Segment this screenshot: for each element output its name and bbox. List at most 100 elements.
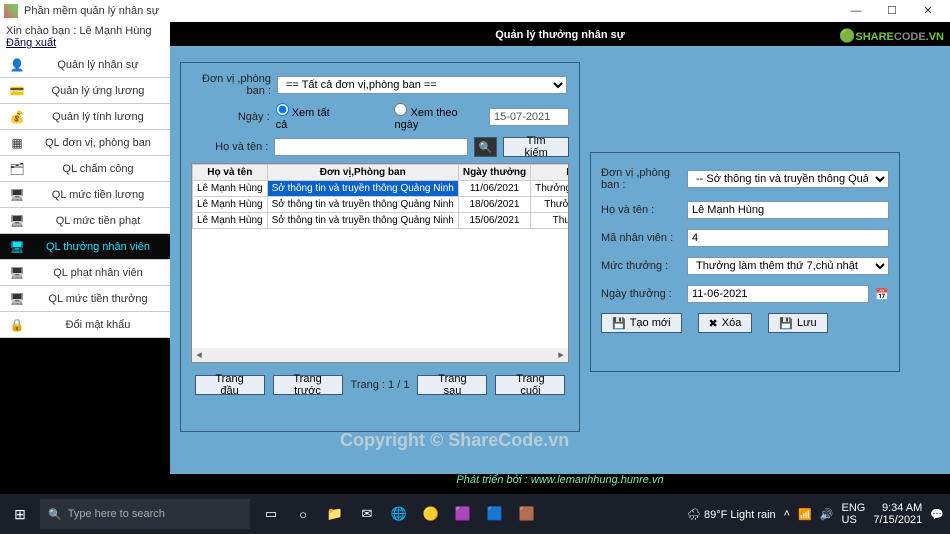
maximize-button[interactable]: ☐ xyxy=(874,0,910,22)
sidebar-item-10[interactable]: 🔒 Đổi mật khẩu xyxy=(0,312,170,338)
sidebar-icon: 🖥 xyxy=(8,214,26,228)
sidebar-item-label: Đổi mật khẩu xyxy=(34,319,162,331)
sidebar-item-3[interactable]: ▦ QL đơn vị, phòng ban xyxy=(0,130,170,156)
network-icon[interactable]: 📶 xyxy=(798,508,812,521)
sidebar-icon: 💳 xyxy=(8,84,26,98)
task-view-icon[interactable]: ▭ xyxy=(256,499,286,529)
form-id-field xyxy=(687,229,889,247)
word-icon[interactable]: 🟦 xyxy=(480,499,510,529)
edge-icon[interactable]: 🌐 xyxy=(384,499,414,529)
column-header[interactable]: Đơn vị,Phòng ban xyxy=(267,165,458,181)
mail-icon[interactable]: ✉ xyxy=(352,499,382,529)
calendar-icon[interactable]: 📅 xyxy=(875,288,889,301)
sidebar-icon: ▦ xyxy=(8,136,26,150)
sidebar-item-5[interactable]: 🖥 QL mức tiền lương xyxy=(0,182,170,208)
save-icon: 💾 xyxy=(779,317,793,330)
first-page-button[interactable]: Trang đầu xyxy=(195,375,265,395)
last-page-button[interactable]: Trang cuối xyxy=(495,375,565,395)
delete-button[interactable]: ✖Xóa xyxy=(698,313,753,333)
table-cell: Sở thông tin và truyền thông Quảng Ninh xyxy=(267,181,458,197)
sidebar-item-label: QL đơn vị, phòng ban xyxy=(34,137,162,149)
logout-link[interactable]: Đăng xuất xyxy=(6,37,56,49)
sidebar-item-9[interactable]: 🖥QL mức tiền thưởng xyxy=(0,286,170,312)
sidebar-icon: 🖥 xyxy=(8,292,26,306)
sidebar: Xin chào bạn : Lê Mạnh Hùng Đăng xuất 👤Q… xyxy=(0,22,170,494)
search-icon-button[interactable]: 🔍 xyxy=(474,137,497,157)
table-cell: 15/06/2021 xyxy=(458,213,530,229)
dept-select[interactable]: == Tất cả đơn vị,phòng ban == xyxy=(277,76,567,94)
name-input[interactable] xyxy=(274,138,468,156)
start-button[interactable]: ⊞ xyxy=(0,506,40,523)
language-indicator[interactable]: ENG US xyxy=(842,502,866,526)
close-button[interactable]: ✕ xyxy=(910,0,946,22)
day-label: Ngày : xyxy=(191,111,270,123)
sidebar-item-label: QL thưởng nhân viên xyxy=(34,241,162,253)
content-area: Quản lý thưởng nhân sự 🟢SHARECODE.VN Sha… xyxy=(170,22,950,494)
form-level-label: Mức thưởng : xyxy=(601,260,681,272)
filter-date-input[interactable] xyxy=(489,108,569,126)
next-page-button[interactable]: Trang sau xyxy=(417,375,487,395)
prev-page-button[interactable]: Trang trước xyxy=(273,375,343,395)
vs-icon[interactable]: 🟪 xyxy=(448,499,478,529)
notifications-icon[interactable]: 💬 xyxy=(930,508,944,521)
new-button[interactable]: 💾Tạo mới xyxy=(601,313,682,333)
weather-widget[interactable]: 🌧 89°F Light rain xyxy=(687,508,776,521)
form-dept-select[interactable]: -- Sở thông tin và truyền thông Quảng Ni… xyxy=(687,170,889,188)
form-date-label: Ngày thưởng : xyxy=(601,288,681,300)
sidebar-item-7[interactable]: 🖥QL thưởng nhân viên xyxy=(0,234,170,260)
sidebar-item-1[interactable]: 💳Quản lý ứng lương xyxy=(0,78,170,104)
taskbar-search[interactable]: 🔍 Type here to search xyxy=(40,499,250,529)
sidebar-icon: 🖥 xyxy=(8,188,26,202)
sidebar-icon: 🖥 xyxy=(8,266,26,280)
form-date-input[interactable] xyxy=(687,285,869,303)
app-icon xyxy=(4,4,18,18)
window-titlebar: Phần mềm quản lý nhân sự — ☐ ✕ xyxy=(0,0,950,22)
search-button[interactable]: Tìm kiếm xyxy=(503,137,569,157)
results-table[interactable]: Họ và tênĐơn vị,Phòng banNgày thưởngMức … xyxy=(191,163,569,363)
table-row[interactable]: Lê Mạnh HùngSở thông tin và truyền thông… xyxy=(193,197,570,213)
view-bydate-radio[interactable]: Xem theo ngày xyxy=(394,103,483,131)
window-title: Phần mềm quản lý nhân sự xyxy=(24,5,838,17)
explorer-icon[interactable]: 📁 xyxy=(320,499,350,529)
column-header[interactable]: Mức thưởng xyxy=(531,165,569,181)
table-row[interactable]: Lê Mạnh HùngSở thông tin và truyền thông… xyxy=(193,213,570,229)
page-label: Trang : 1 / 1 xyxy=(351,379,410,391)
form-dept-label: Đơn vị ,phòng ban : xyxy=(601,167,681,191)
sidebar-icon: 🔒 xyxy=(8,318,26,332)
windows-taskbar: ⊞ 🔍 Type here to search ▭ ○ 📁 ✉ 🌐 🟡 🟪 🟦 … xyxy=(0,494,950,534)
page-title: Quản lý thưởng nhân sự xyxy=(495,29,624,41)
cortana-icon[interactable]: ○ xyxy=(288,499,318,529)
app-taskbar-icon[interactable]: 🟫 xyxy=(512,499,542,529)
sidebar-icon: 🗂 xyxy=(8,162,26,176)
form-name-field xyxy=(687,201,889,219)
form-level-select[interactable]: Thưởng làm thêm thứ 7,chủ nhật xyxy=(687,257,889,275)
table-cell: 11/06/2021 xyxy=(458,181,530,197)
name-label: Họ và tên : xyxy=(191,141,268,153)
sidebar-item-0[interactable]: 👤Quản lý nhân sự xyxy=(0,52,170,78)
sidebar-item-6[interactable]: 🖥QL mức tiền phạt xyxy=(0,208,170,234)
detail-panel: Đơn vị ,phòng ban : -- Sở thông tin và t… xyxy=(590,152,900,372)
save-button[interactable]: 💾Lưu xyxy=(768,313,827,333)
sidebar-item-label: Quản lý tính lương xyxy=(34,111,162,123)
sidebar-item-label: QL mức tiền lương xyxy=(34,189,162,201)
sidebar-item-4[interactable]: 🗂 QL chấm công xyxy=(0,156,170,182)
view-all-radio[interactable]: Xem tất cả xyxy=(276,103,343,131)
form-name-label: Họ và tên : xyxy=(601,204,681,216)
column-header[interactable]: Họ và tên xyxy=(193,165,268,181)
sidebar-item-8[interactable]: 🖥QL phạt nhân viên xyxy=(0,260,170,286)
table-cell: Lê Mạnh Hùng xyxy=(193,197,268,213)
table-row[interactable]: Lê Mạnh HùngSở thông tin và truyền thông… xyxy=(193,181,570,197)
sidebar-item-label: QL chấm công xyxy=(34,163,162,175)
table-cell: Thưởng làm thêm thứ 7,c... xyxy=(531,181,569,197)
column-header[interactable]: Ngày thưởng xyxy=(458,165,530,181)
chrome-icon[interactable]: 🟡 xyxy=(416,499,446,529)
sound-icon[interactable]: 🔊 xyxy=(820,508,834,521)
sidebar-item-2[interactable]: 💰 Quản lý tính lương xyxy=(0,104,170,130)
sidebar-icon: 💰 xyxy=(8,110,26,124)
minimize-button[interactable]: — xyxy=(838,0,874,22)
table-cell: Sở thông tin và truyền thông Quảng Ninh xyxy=(267,197,458,213)
taskbar-clock[interactable]: 9:34 AM7/15/2021 xyxy=(873,502,922,526)
horizontal-scrollbar[interactable]: ◂▸ xyxy=(192,348,568,362)
tray-chevron-icon[interactable]: ˄ xyxy=(784,508,790,520)
filter-panel: Đơn vị ,phòng ban : == Tất cả đơn vị,phò… xyxy=(180,62,580,432)
